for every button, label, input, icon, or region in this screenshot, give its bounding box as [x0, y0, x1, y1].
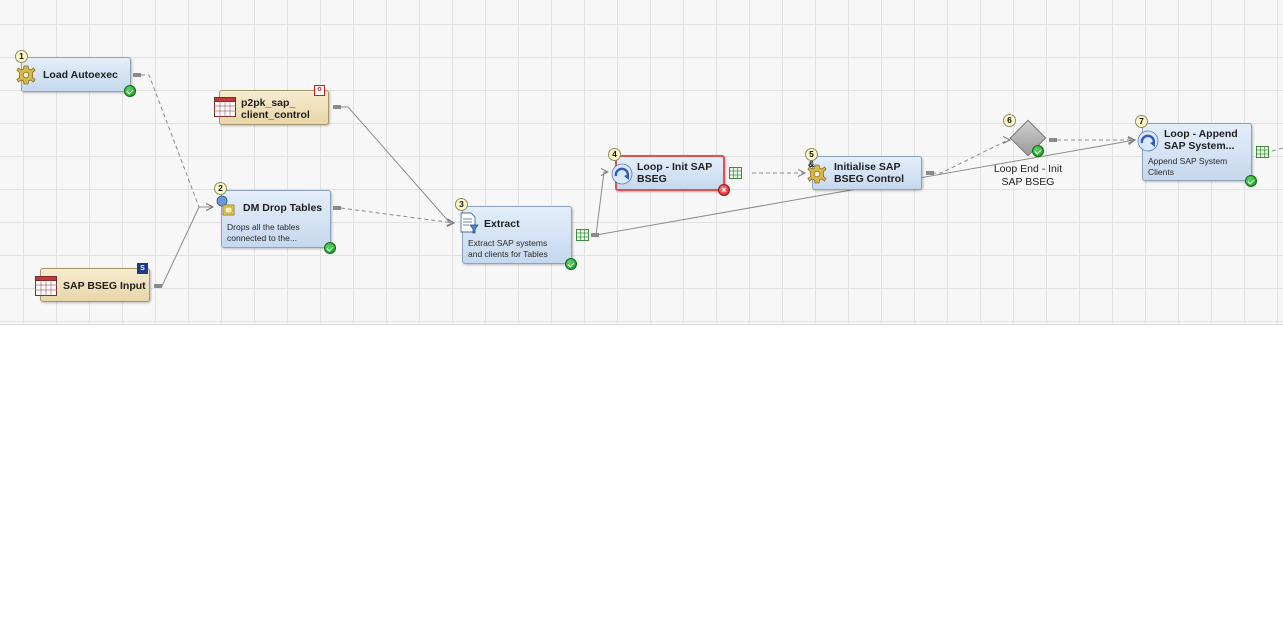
output-table-icon[interactable] — [576, 229, 589, 241]
node-loop-init-sap-bseg[interactable]: Loop - Init SAP BSEG — [611, 155, 725, 191]
node-title-line-2: BSEG Control — [834, 173, 904, 185]
error-x-icon: × — [718, 184, 730, 196]
node-description-line-2: and clients for Tables — [468, 249, 548, 259]
node-label-line-1: Loop End - Init — [993, 163, 1063, 175]
node-title: Extract — [484, 218, 520, 230]
node-description-line-1: Extract SAP systems — [468, 238, 548, 248]
node-title: DM Drop Tables — [243, 202, 323, 214]
node-extract[interactable]: Extract Extract SAP systems and clients … — [460, 206, 572, 264]
node-description-line-2: connected to the... — [227, 233, 297, 243]
drop-table-icon — [216, 195, 235, 216]
node-title-line-1: Initialise SAP — [834, 161, 901, 173]
node-dm-drop-tables[interactable]: DM Drop Tables Drops all the tables conn… — [216, 190, 331, 248]
output-table-icon[interactable] — [729, 167, 742, 179]
process-flow-canvas[interactable]: Load Autoexec 1 p2pk_sap_ client_control… — [0, 0, 1283, 325]
loop-icon — [611, 163, 633, 185]
node-initialise-sap-bseg-control[interactable]: & Initialise SAP BSEG Control — [807, 156, 922, 190]
table-corner-marker: o — [314, 85, 325, 96]
output-port[interactable] — [154, 284, 162, 288]
table-name: SAP BSEG Input — [63, 280, 146, 292]
node-description-line-1: Append SAP System — [1148, 156, 1228, 166]
output-port[interactable] — [133, 73, 141, 77]
output-port[interactable] — [591, 233, 599, 237]
output-port[interactable] — [333, 105, 341, 109]
check-icon — [1032, 145, 1044, 157]
link-append-out — [1271, 147, 1283, 152]
table-name-line-2: client_control — [241, 109, 310, 121]
check-icon — [324, 242, 336, 254]
node-label-line-2: SAP BSEG — [1001, 176, 1055, 188]
table-sap-bseg-input[interactable]: SAP BSEG Input — [35, 268, 150, 302]
check-icon — [565, 258, 577, 270]
step-number-badge: 6 — [1003, 114, 1016, 127]
node-title-line-2: SAP System... — [1164, 140, 1235, 152]
node-title-line-2: BSEG — [637, 173, 667, 185]
table-name-line-1: p2pk_sap_ — [241, 97, 296, 109]
table-corner-marker: S — [137, 263, 148, 274]
output-port[interactable] — [333, 206, 341, 210]
node-description-line-1: Drops all the tables — [227, 222, 300, 232]
step-number-badge: 1 — [15, 50, 28, 63]
step-number-badge: 2 — [214, 182, 227, 195]
node-load-autoexec[interactable]: Load Autoexec — [16, 57, 131, 92]
check-icon — [124, 85, 136, 97]
link-extract-to-loop-init — [595, 172, 608, 236]
node-title-line-1: Loop - Init SAP — [637, 161, 713, 173]
output-port[interactable] — [1049, 138, 1057, 142]
node-title: Load Autoexec — [43, 69, 118, 81]
check-icon — [1245, 175, 1257, 187]
table-icon — [35, 276, 57, 296]
node-description-line-2: Clients — [1148, 167, 1174, 177]
link-autoexec-to-drop — [141, 74, 213, 207]
loop-icon — [1137, 130, 1159, 152]
table-p2pk-sap-client-control[interactable]: p2pk_sap_ client_control — [214, 90, 329, 125]
link-drop-to-extract — [340, 207, 454, 223]
node-title-line-1: Loop - Append — [1164, 128, 1238, 140]
step-number-badge: 3 — [455, 198, 468, 211]
step-number-badge: 7 — [1135, 115, 1148, 128]
extract-document-icon — [460, 212, 479, 234]
output-table-icon[interactable] — [1256, 146, 1269, 158]
output-port[interactable] — [926, 171, 934, 175]
link-bseg-input-to-drop — [155, 207, 213, 287]
step-number-badge: 5 — [805, 148, 818, 161]
link-p2pk-to-extract — [341, 106, 454, 223]
gear-icon — [16, 65, 36, 85]
step-number-badge: 4 — [608, 148, 621, 161]
table-icon — [214, 97, 236, 117]
node-loop-append-sap-system[interactable]: Loop - Append SAP System... Append SAP S… — [1137, 123, 1252, 181]
